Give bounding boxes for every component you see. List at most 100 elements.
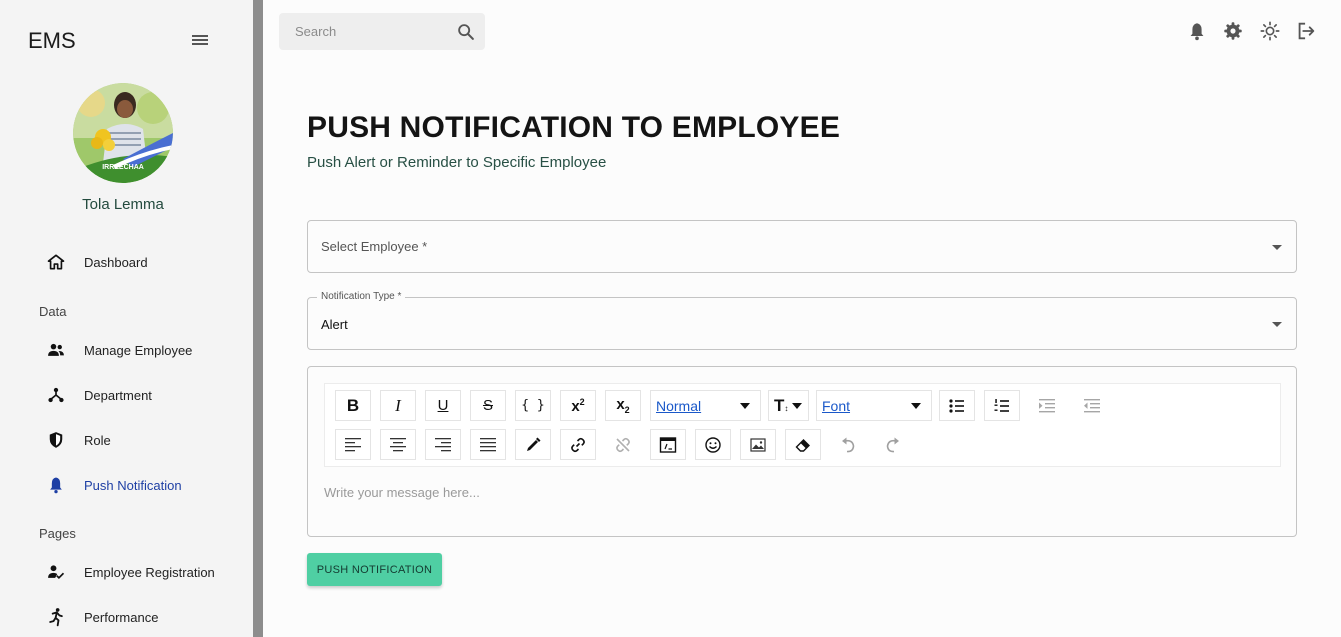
people-icon (44, 338, 68, 362)
person-check-icon (44, 560, 68, 584)
embed-icon (659, 436, 677, 453)
user-name: Tola Lemma (82, 196, 164, 213)
select-employee-label: Select Employee * (321, 239, 428, 254)
menu-toggle-icon[interactable] (190, 31, 210, 49)
search-box (279, 13, 485, 50)
sidebar-item-label: Department (84, 387, 152, 403)
unlink-button[interactable] (605, 429, 641, 460)
push-notification-button[interactable]: PUSH NOTIFICATION (307, 553, 442, 586)
code-button[interactable]: { } (515, 390, 551, 421)
bullet-list-button[interactable] (939, 390, 975, 421)
ordered-list-button[interactable] (984, 390, 1020, 421)
color-picker-icon (527, 437, 541, 451)
eraser-icon (795, 438, 810, 452)
dropdown-caret-icon (1272, 322, 1282, 327)
underline-button[interactable]: U (425, 390, 461, 421)
font-family-dropdown[interactable]: Font (816, 390, 932, 421)
font-family-value: Font (822, 398, 851, 414)
align-right-button[interactable] (425, 429, 461, 460)
sidebar-item-role[interactable]: Role (44, 426, 111, 454)
align-left-icon (345, 437, 361, 451)
unlink-icon (616, 437, 630, 452)
shield-icon (44, 428, 68, 452)
align-justify-icon (480, 437, 496, 451)
bell-icon (44, 473, 68, 497)
undo-icon (842, 437, 855, 452)
running-icon (44, 605, 68, 629)
dropdown-caret-icon (792, 403, 802, 409)
undo-button[interactable] (830, 429, 866, 460)
bullet-list-icon (949, 398, 964, 413)
align-justify-button[interactable] (470, 429, 506, 460)
indent-icon (1039, 398, 1055, 412)
outdent-button[interactable] (1074, 390, 1110, 421)
section-label-pages: Pages (39, 526, 76, 541)
search-input[interactable] (279, 13, 449, 50)
page-subtitle: Push Alert or Reminder to Specific Emplo… (307, 154, 607, 171)
font-size-button[interactable]: T↕ (768, 390, 809, 421)
sidebar-item-label: Push Notification (84, 477, 182, 493)
page-title: PUSH NOTIFICATION TO EMPLOYEE (307, 111, 841, 144)
redo-button[interactable] (875, 429, 911, 460)
hierarchy-icon (44, 383, 68, 407)
italic-button[interactable]: I (380, 390, 416, 421)
select-employee-dropdown[interactable]: Select Employee * (307, 220, 1297, 273)
editor-toolbar: B I U S { } x2 x2 Normal T↕ Font (324, 383, 1281, 467)
subscript-icon: x2 (616, 396, 630, 415)
sidebar-item-dashboard[interactable]: Dashboard (44, 248, 148, 276)
sidebar-item-department[interactable]: Department (44, 381, 152, 409)
logout-icon[interactable] (1295, 20, 1317, 42)
align-left-button[interactable] (335, 429, 371, 460)
message-textarea[interactable] (324, 485, 1281, 525)
link-icon (571, 437, 585, 452)
sidebar: EMS IRREECHAA Tola Lemma Dashboard Data … (0, 0, 253, 637)
strikethrough-button[interactable]: S (470, 390, 506, 421)
notifications-bell-icon[interactable] (1186, 20, 1208, 42)
code-braces-icon: { } (521, 398, 545, 413)
sidebar-item-label: Manage Employee (84, 342, 193, 358)
superscript-button[interactable]: x2 (560, 390, 596, 421)
redo-icon (886, 437, 899, 452)
align-center-icon (390, 437, 406, 451)
sidebar-item-employee-registration[interactable]: Employee Registration (44, 558, 215, 586)
dropdown-caret-icon (1272, 245, 1282, 250)
superscript-icon: x2 (571, 396, 585, 415)
subscript-button[interactable]: x2 (605, 390, 641, 421)
avatar: IRREECHAA (73, 83, 173, 183)
search-icon[interactable] (455, 21, 477, 43)
avatar-caption: IRREECHAA (102, 164, 144, 171)
sidebar-item-push-notification[interactable]: Push Notification (44, 471, 182, 499)
notification-type-dropdown[interactable]: Notification Type * Alert (307, 291, 1297, 350)
dropdown-caret-icon (911, 403, 921, 409)
sidebar-item-label: Employee Registration (84, 564, 215, 580)
sidebar-divider[interactable] (253, 0, 263, 637)
sidebar-item-manage-employee[interactable]: Manage Employee (44, 336, 192, 364)
embed-button[interactable] (650, 429, 686, 460)
app-brand: EMS (28, 28, 76, 53)
home-icon (44, 250, 68, 274)
section-label-data: Data (39, 304, 67, 319)
indent-button[interactable] (1029, 390, 1065, 421)
link-button[interactable] (560, 429, 596, 460)
block-type-value: Normal (656, 398, 702, 414)
align-center-button[interactable] (380, 429, 416, 460)
underline-icon: U (437, 397, 449, 414)
sun-icon[interactable] (1259, 20, 1281, 42)
sidebar-item-label: Performance (84, 609, 159, 625)
bold-button[interactable]: B (335, 390, 371, 421)
block-type-dropdown[interactable]: Normal (650, 390, 761, 421)
text-color-button[interactable] (515, 429, 551, 460)
italic-icon: I (395, 395, 401, 415)
ordered-list-icon (994, 398, 1009, 412)
sidebar-item-performance[interactable]: Performance (44, 603, 158, 631)
emoji-button[interactable] (695, 429, 731, 460)
image-button[interactable] (740, 429, 776, 460)
bold-icon: B (346, 395, 360, 415)
emoji-icon (705, 436, 721, 453)
notification-type-label: Notification Type * (317, 291, 406, 302)
remove-formatting-button[interactable] (785, 429, 821, 460)
gear-icon[interactable] (1222, 20, 1244, 42)
image-icon (750, 437, 766, 452)
sidebar-item-label: Dashboard (84, 254, 148, 270)
strikethrough-icon: S (482, 397, 493, 414)
